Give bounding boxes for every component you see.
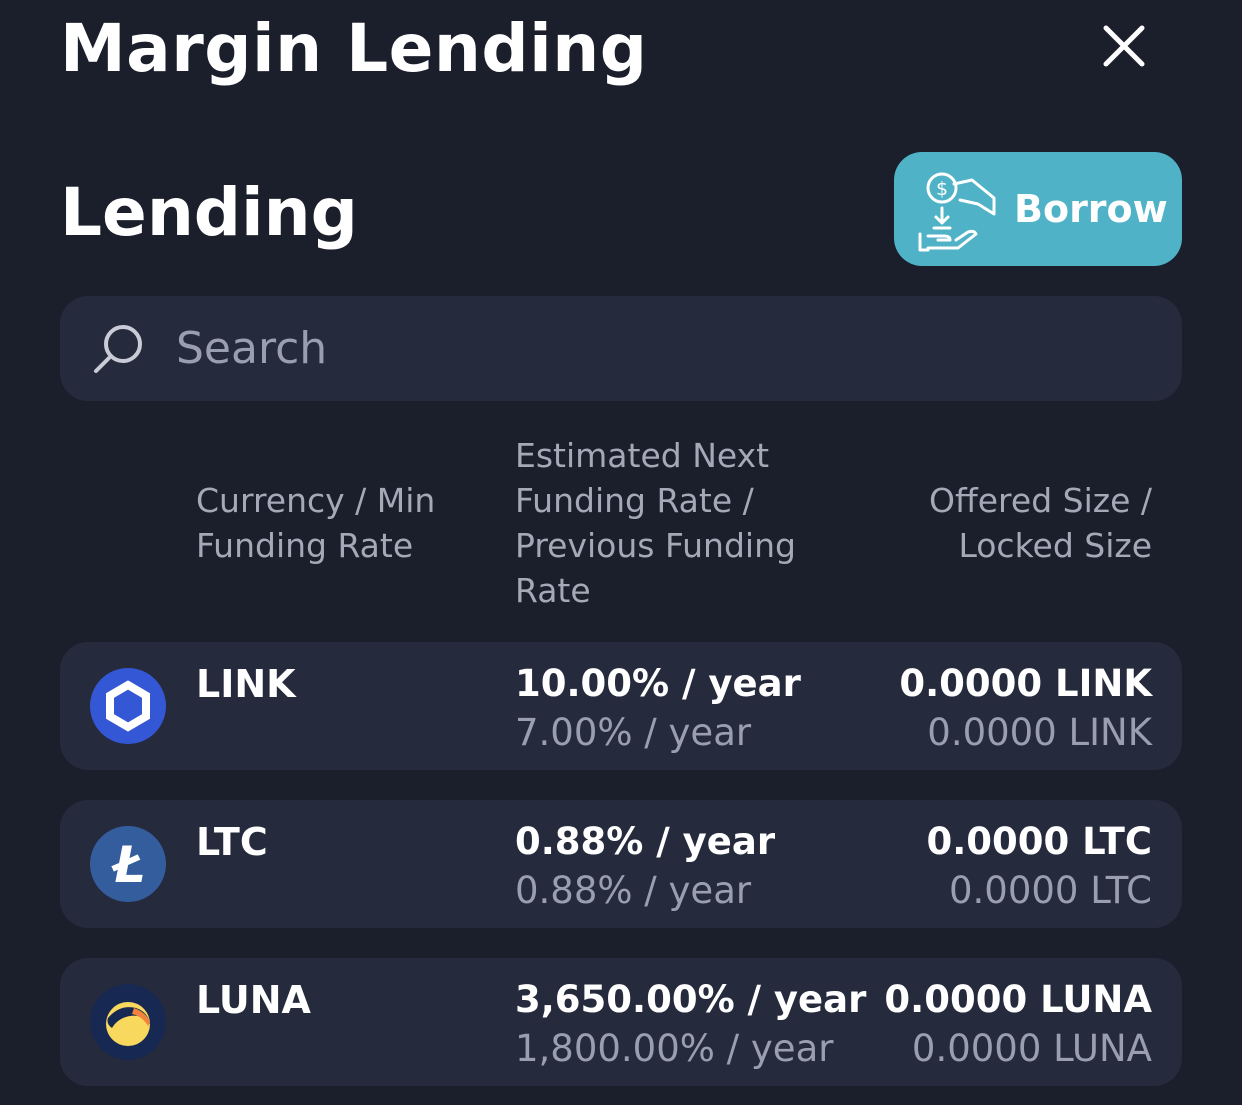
page-title: Margin Lending [60, 10, 648, 87]
svg-text:Ł: Ł [110, 836, 145, 894]
lending-row-luna[interactable]: LUNA 3,650.00% / year 1,800.00% / year 0… [60, 958, 1182, 1086]
section-title: Lending [60, 174, 358, 251]
offered-size: 0.0000 LUNA [884, 978, 1152, 1021]
column-header-funding-rate: Estimated Next Funding Rate / Previous F… [515, 436, 796, 610]
column-header-size: Offered Size / Locked Size [929, 481, 1152, 565]
search-bar[interactable] [60, 296, 1182, 401]
borrow-button-label: Borrow [1014, 187, 1168, 231]
previous-funding-rate: 1,800.00% / year [515, 1027, 834, 1070]
offered-size: 0.0000 LTC [926, 820, 1152, 863]
search-icon [94, 325, 142, 373]
litecoin-icon: Ł [90, 826, 166, 902]
locked-size: 0.0000 LTC [948, 869, 1152, 912]
borrow-button[interactable]: $ Borrow [894, 152, 1182, 266]
next-funding-rate: 0.88% / year [515, 820, 776, 863]
locked-size: 0.0000 LUNA [911, 1027, 1152, 1070]
previous-funding-rate: 0.88% / year [515, 869, 752, 912]
lending-row-ltc[interactable]: Ł LTC 0.88% / year 0.88% / year 0.0000 L… [60, 800, 1182, 928]
offered-size: 0.0000 LINK [899, 662, 1152, 705]
borrow-hand-coin-icon: $ [918, 172, 996, 252]
terra-luna-icon [90, 984, 166, 1060]
currency-symbol: LTC [196, 820, 268, 864]
chainlink-icon [90, 668, 166, 744]
previous-funding-rate: 7.00% / year [515, 711, 752, 754]
currency-symbol: LINK [196, 662, 296, 706]
currency-symbol: LUNA [196, 978, 311, 1022]
close-icon [1103, 25, 1145, 67]
margin-lending-screen: Margin Lending Lending $ Borrow Currency… [0, 0, 1242, 1105]
column-header-currency: Currency / Min Funding Rate [196, 481, 436, 565]
next-funding-rate: 3,650.00% / year [515, 978, 867, 1021]
svg-text:$: $ [936, 178, 948, 200]
lending-row-link[interactable]: LINK 10.00% / year 7.00% / year 0.0000 L… [60, 642, 1182, 770]
close-button[interactable] [1094, 16, 1154, 76]
next-funding-rate: 10.00% / year [515, 662, 801, 705]
locked-size: 0.0000 LINK [927, 711, 1152, 754]
search-input[interactable] [176, 296, 1136, 401]
